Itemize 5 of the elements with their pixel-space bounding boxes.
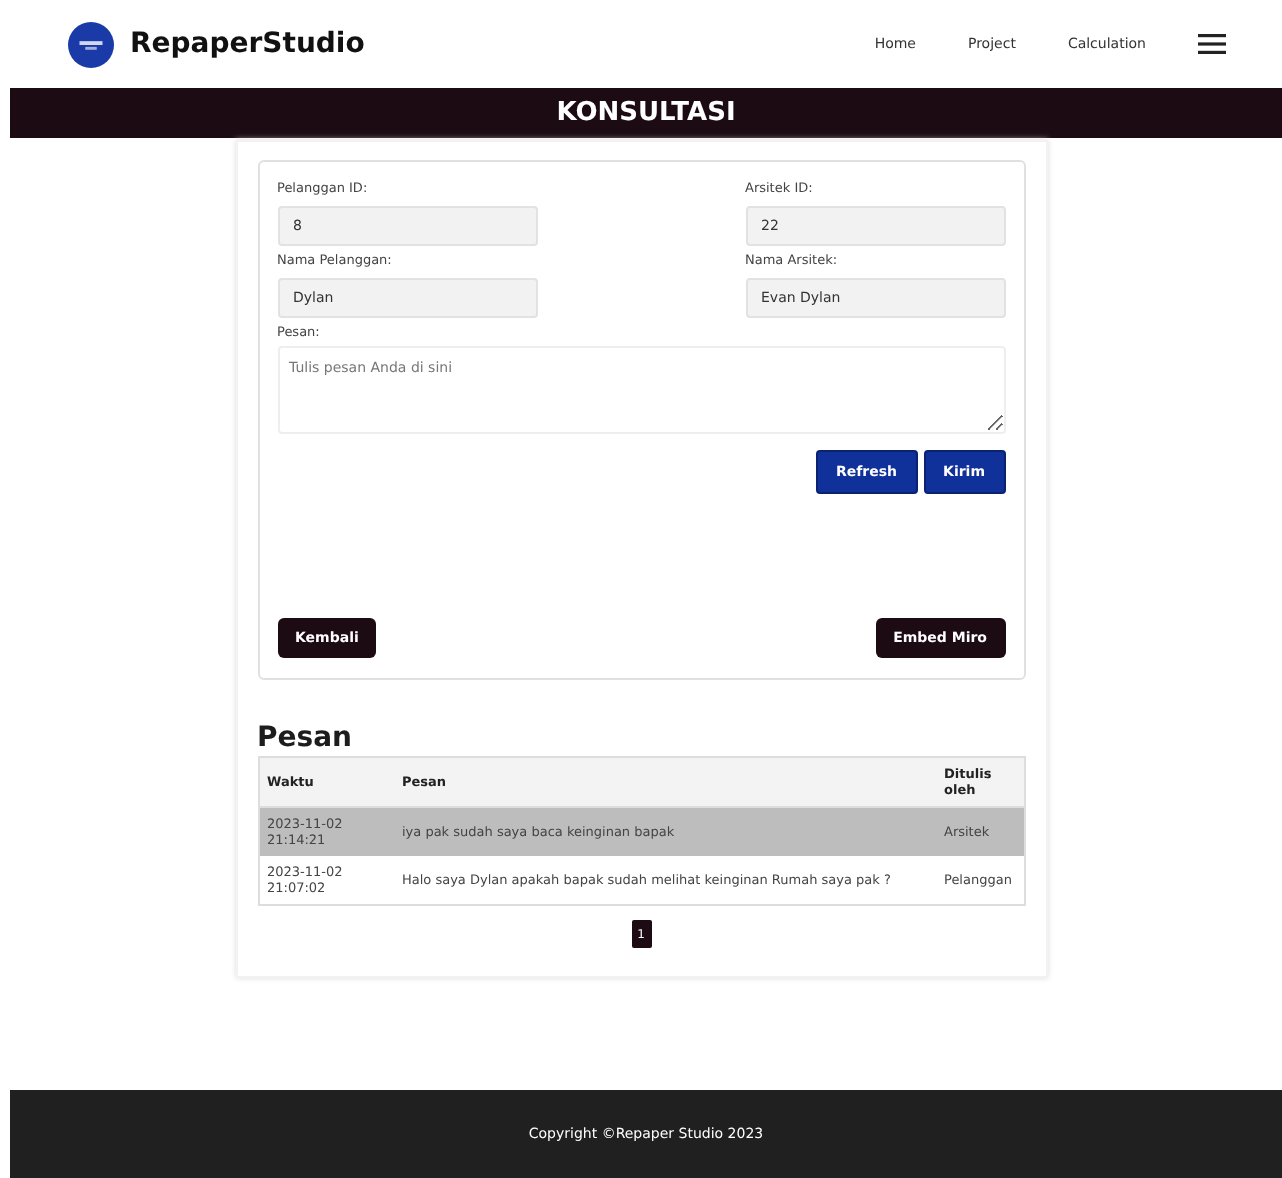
brand-name: RepaperStudio: [130, 28, 365, 60]
section-title: Pesan: [257, 722, 355, 754]
logo-icon: [68, 21, 114, 67]
menu-icon[interactable]: [1198, 34, 1226, 54]
page-title-banner: KONSULTASI: [10, 88, 1282, 138]
